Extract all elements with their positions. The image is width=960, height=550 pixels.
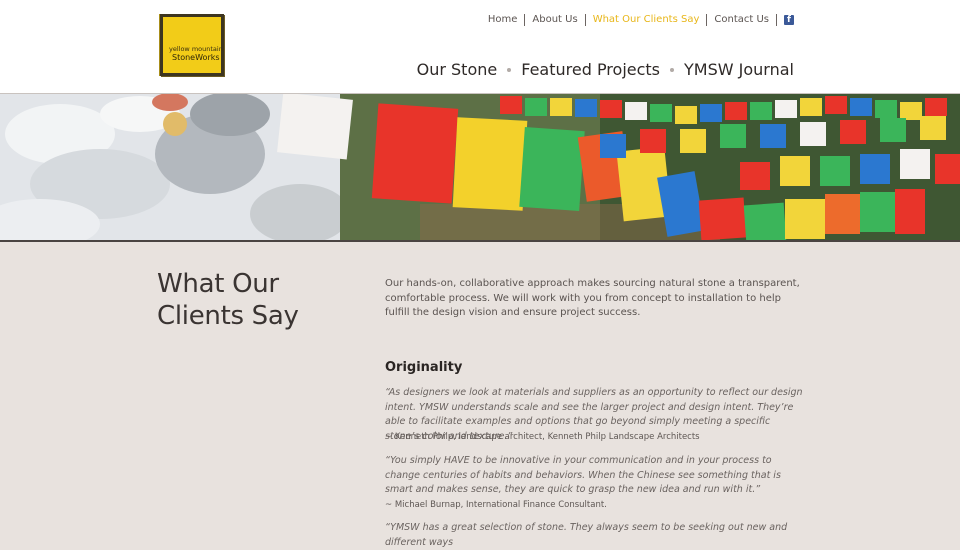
page-title-line-1: What Our bbox=[157, 269, 279, 299]
logo-line-1: yellow mountain bbox=[169, 45, 223, 53]
nav-about-link[interactable]: About Us bbox=[524, 14, 584, 26]
main-nav-featured-projects[interactable]: Featured Projects bbox=[521, 60, 660, 79]
testimonial-quote: “You simply HAVE to be innovative in you… bbox=[385, 455, 781, 495]
nav-dot-separator bbox=[507, 67, 512, 72]
testimonial-quote: “YMSW has a great selection of stone. Th… bbox=[385, 522, 788, 548]
site-logo[interactable]: yellow mountain StoneWorks bbox=[160, 14, 224, 76]
main-nav: Our Stone Featured Projects YMSW Journal bbox=[417, 60, 794, 79]
testimonial-author: ~ Michael Burnap, International Finance … bbox=[385, 500, 607, 510]
logo-line-2: StoneWorks bbox=[172, 53, 220, 62]
page-title: What Our Clients Say bbox=[157, 268, 299, 332]
main-nav-journal[interactable]: YMSW Journal bbox=[684, 60, 794, 79]
prayer-flags-banner-image bbox=[0, 94, 960, 242]
testimonial-author: ~ Kenneth Philp, landscape architect, Ke… bbox=[385, 432, 700, 442]
section-heading: Originality bbox=[385, 360, 463, 375]
facebook-icon[interactable]: f bbox=[784, 15, 794, 25]
main-nav-our-stone[interactable]: Our Stone bbox=[417, 60, 498, 79]
banner-illustration bbox=[0, 94, 960, 240]
page-title-line-2: Clients Say bbox=[157, 301, 299, 331]
nav-separator bbox=[776, 14, 777, 26]
intro-paragraph: Our hands-on, collaborative approach mak… bbox=[385, 278, 800, 318]
site-header: yellow mountain StoneWorks Home About Us… bbox=[0, 0, 960, 94]
nav-home-link[interactable]: Home bbox=[481, 14, 525, 26]
nav-contact-link[interactable]: Contact Us bbox=[706, 14, 776, 26]
nav-dot-separator bbox=[670, 67, 675, 72]
utility-nav: Home About Us What Our Clients Say Conta… bbox=[481, 14, 794, 26]
nav-clients-link[interactable]: What Our Clients Say bbox=[584, 14, 707, 26]
